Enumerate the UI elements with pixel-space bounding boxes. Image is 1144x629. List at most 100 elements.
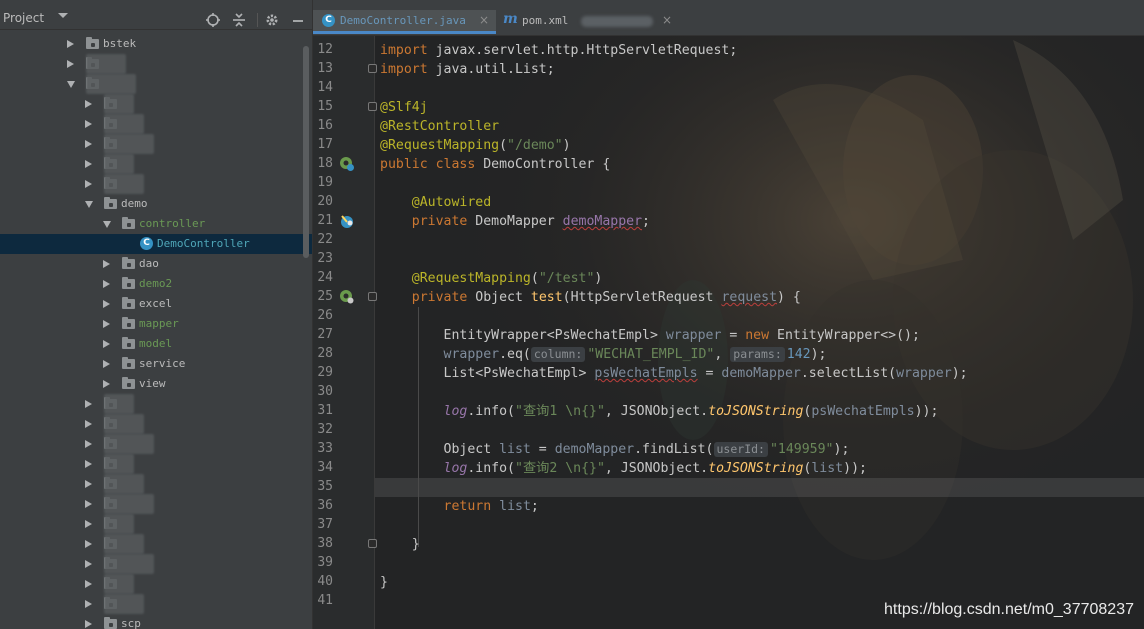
tree-item-folder[interactable]: demo <box>0 194 312 214</box>
chevron-right-icon[interactable] <box>103 260 110 268</box>
tree-item-folder[interactable]: scp <box>0 614 312 629</box>
redacted-label <box>104 574 134 594</box>
chevron-right-icon[interactable] <box>85 120 92 128</box>
line-number: 28 <box>317 346 333 361</box>
chevron-right-icon[interactable] <box>67 40 74 48</box>
line-number: 29 <box>317 365 333 380</box>
tree-item-folder[interactable]: service <box>0 354 312 374</box>
tree-item-folder[interactable]: demo2 <box>0 274 312 294</box>
tree-item-folder[interactable]: controller <box>0 214 312 234</box>
request-mapping-icon[interactable] <box>339 289 355 305</box>
chevron-right-icon[interactable] <box>103 340 110 348</box>
line-number: 30 <box>317 384 333 399</box>
line-number: 39 <box>317 555 333 570</box>
redacted-label <box>104 594 144 614</box>
code-line-38: } <box>380 537 420 552</box>
line-number: 40 <box>317 574 333 589</box>
tree-item-folder[interactable] <box>0 594 312 614</box>
chevron-right-icon[interactable] <box>85 500 92 508</box>
close-icon[interactable]: × <box>662 13 672 27</box>
tree-item-folder[interactable] <box>0 554 312 574</box>
chevron-right-icon[interactable] <box>85 180 92 188</box>
chevron-right-icon[interactable] <box>85 100 92 108</box>
tree-item-folder[interactable] <box>0 174 312 194</box>
code-line-33: Object list = demoMapper.findList(userId… <box>380 442 850 457</box>
chevron-right-icon[interactable] <box>85 580 92 588</box>
tab-label: DemoController.java <box>340 14 466 27</box>
tree-item-folder[interactable] <box>0 394 312 414</box>
chevron-down-icon[interactable] <box>103 221 111 228</box>
tree-item-folder[interactable]: excel <box>0 294 312 314</box>
chevron-right-icon[interactable] <box>103 300 110 308</box>
line-number: 25 <box>317 289 333 304</box>
tree-item-folder[interactable] <box>0 154 312 174</box>
redacted-text <box>581 16 653 27</box>
tree-item-folder[interactable]: mapper <box>0 314 312 334</box>
chevron-right-icon[interactable] <box>85 620 92 628</box>
chevron-right-icon[interactable] <box>103 320 110 328</box>
code-line-12: import javax.servlet.http.HttpServletReq… <box>380 43 738 58</box>
tree-item-folder[interactable] <box>0 134 312 154</box>
line-number: 16 <box>317 118 333 133</box>
chevron-right-icon[interactable] <box>103 380 110 388</box>
collapse-all-icon[interactable] <box>231 12 247 28</box>
chevron-down-icon[interactable] <box>67 81 75 88</box>
tree-item-folder[interactable]: model <box>0 334 312 354</box>
tab-pom[interactable]: m pom.xml × <box>501 10 672 34</box>
chevron-right-icon[interactable] <box>85 140 92 148</box>
gear-icon[interactable] <box>264 12 280 28</box>
chevron-right-icon[interactable] <box>85 480 92 488</box>
fold-icon[interactable] <box>368 64 377 73</box>
line-number: 19 <box>317 175 333 190</box>
chevron-down-icon[interactable] <box>85 201 93 208</box>
redacted-label <box>104 454 134 474</box>
folder-icon <box>122 337 135 349</box>
close-icon[interactable]: × <box>479 13 489 27</box>
tree-item-folder[interactable] <box>0 534 312 554</box>
redacted-label <box>104 494 154 514</box>
tree-item-folder[interactable] <box>0 494 312 514</box>
chevron-right-icon[interactable] <box>85 520 92 528</box>
tree-item-folder[interactable] <box>0 454 312 474</box>
locate-icon[interactable] <box>205 12 221 28</box>
line-number: 26 <box>317 308 333 323</box>
folder-icon <box>104 197 117 209</box>
chevron-right-icon[interactable] <box>67 60 74 68</box>
chevron-right-icon[interactable] <box>85 400 92 408</box>
tab-democontroller[interactable]: C DemoController.java × <box>313 10 496 34</box>
fold-icon[interactable] <box>368 292 377 301</box>
tree-item-class[interactable]: C DemoController <box>0 234 312 254</box>
tree-item-folder[interactable] <box>0 514 312 534</box>
chevron-right-icon[interactable] <box>103 280 110 288</box>
tree-item-folder[interactable] <box>0 74 312 94</box>
tree-item-folder[interactable] <box>0 414 312 434</box>
tree-item-folder[interactable]: view <box>0 374 312 394</box>
chevron-right-icon[interactable] <box>85 420 92 428</box>
chevron-down-icon[interactable] <box>58 13 68 18</box>
chevron-right-icon[interactable] <box>85 560 92 568</box>
tree-item-folder[interactable] <box>0 114 312 134</box>
tree-item-folder[interactable] <box>0 434 312 454</box>
line-number: 35 <box>317 479 333 494</box>
hide-panel-icon[interactable] <box>290 12 306 28</box>
autowired-icon[interactable] <box>339 213 355 229</box>
tree-item-folder[interactable]: dao <box>0 254 312 274</box>
fold-icon[interactable] <box>368 539 377 548</box>
chevron-right-icon[interactable] <box>85 160 92 168</box>
tree-item-folder[interactable] <box>0 574 312 594</box>
tree-item-folder[interactable] <box>0 54 312 74</box>
chevron-right-icon[interactable] <box>85 600 92 608</box>
fold-icon[interactable] <box>368 102 377 111</box>
chevron-right-icon[interactable] <box>85 540 92 548</box>
chevron-right-icon[interactable] <box>103 360 110 368</box>
chevron-right-icon[interactable] <box>85 460 92 468</box>
tree-item-folder[interactable] <box>0 94 312 114</box>
project-scrollbar[interactable] <box>303 46 309 258</box>
chevron-right-icon[interactable] <box>85 440 92 448</box>
project-view-selector[interactable]: Project <box>3 11 44 25</box>
folder-icon <box>86 37 99 49</box>
tree-item-folder[interactable]: bstek <box>0 34 312 54</box>
param-hint: userId: <box>713 442 768 457</box>
tree-item-folder[interactable] <box>0 474 312 494</box>
spring-bean-icon[interactable] <box>339 156 355 172</box>
